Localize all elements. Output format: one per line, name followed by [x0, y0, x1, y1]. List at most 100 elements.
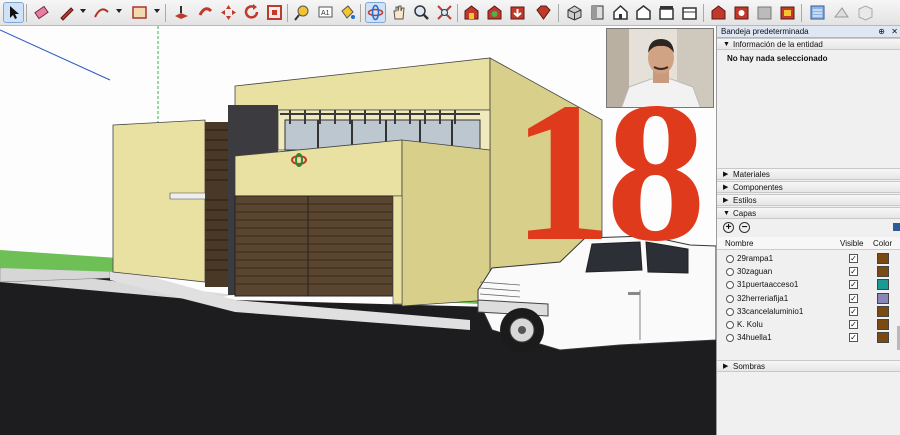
iso-view-icon[interactable] — [565, 3, 584, 22]
layer-name[interactable]: 34huella1 — [737, 331, 772, 344]
warehouse-icon[interactable] — [462, 3, 481, 22]
line-dropdown-icon[interactable] — [80, 9, 86, 13]
arc-icon[interactable] — [92, 3, 111, 22]
share-icon[interactable] — [755, 3, 774, 22]
push-pull-icon[interactable] — [172, 3, 191, 22]
top-view-icon[interactable] — [588, 3, 607, 22]
layer-color-swatch[interactable] — [877, 253, 889, 264]
zoom-icon[interactable] — [412, 3, 431, 22]
layer-details-icon[interactable] — [893, 223, 900, 231]
rectangle-icon[interactable] — [130, 3, 149, 22]
layer-visible-checkbox[interactable]: ✓ — [849, 320, 858, 329]
layer-color-swatch[interactable] — [877, 319, 889, 330]
layer-row[interactable]: 32herreriafija1 ✓ — [717, 292, 897, 305]
active-layer-radio[interactable] — [726, 334, 734, 343]
layer-name[interactable]: K. Kolu — [737, 318, 763, 331]
layer-name[interactable]: 29rampa1 — [737, 252, 773, 265]
warehouse2-icon[interactable] — [709, 3, 728, 22]
panel-entity-info-label: Información de la entidad — [733, 40, 823, 49]
layer-visible-checkbox[interactable]: ✓ — [849, 306, 858, 316]
follow-me-icon[interactable] — [196, 3, 215, 22]
move-icon[interactable] — [219, 3, 238, 22]
panel-layers[interactable]: ▼ Capas — [717, 207, 900, 219]
close-icon[interactable]: ✕ — [891, 26, 898, 38]
layer-name[interactable]: 30zaguan — [737, 265, 772, 278]
extension-icon[interactable] — [778, 3, 797, 22]
layer-row[interactable]: 29rampa1 ✓ — [717, 252, 897, 265]
eraser-icon[interactable] — [32, 3, 51, 22]
rotate-icon[interactable] — [242, 3, 261, 22]
panel-styles[interactable]: ▶ Estilos — [717, 194, 900, 206]
panel-shadows[interactable]: ▶ Sombras — [717, 360, 900, 372]
layer-row[interactable]: 34huella1 ✓ — [717, 331, 897, 344]
layer-name[interactable]: 32herreriafija1 — [737, 292, 788, 305]
tray-title-text: Bandeja predeterminada — [721, 27, 809, 36]
styles-icon[interactable] — [856, 3, 875, 22]
select-tool-icon[interactable] — [3, 2, 24, 23]
main-toolbar: A1 — [0, 0, 900, 26]
paint-bucket-icon[interactable] — [338, 3, 357, 22]
text-icon[interactable]: A1 — [316, 3, 335, 22]
layer-visible-checkbox[interactable]: ✓ — [849, 293, 858, 303]
layer-visible-checkbox[interactable]: ✓ — [849, 267, 858, 277]
panel-shadows-label: Sombras — [733, 362, 766, 371]
pan-icon[interactable] — [389, 3, 408, 22]
col-name-header[interactable]: Nombre — [725, 239, 753, 248]
panel-layers-label: Capas — [733, 209, 757, 218]
layer-color-swatch[interactable] — [877, 279, 889, 291]
pencil-icon[interactable] — [57, 3, 76, 22]
toolbar-separator — [457, 4, 458, 22]
offset-icon[interactable] — [265, 3, 284, 22]
active-layer-radio[interactable] — [726, 281, 734, 290]
panel-entity-info[interactable]: ▼ Información de la entidad — [717, 38, 900, 50]
right-view-icon[interactable] — [634, 3, 653, 22]
toolbar-separator — [703, 4, 704, 22]
layer-name[interactable]: 31puertaacceso1 — [737, 278, 798, 291]
rectangle-dropdown-icon[interactable] — [154, 9, 160, 13]
layer-row[interactable]: 33cancelaluminio1 ✓ — [717, 305, 897, 318]
layer-row[interactable]: 30zaguan ✓ — [717, 265, 897, 278]
layer-visible-checkbox[interactable]: ✓ — [849, 254, 858, 263]
layer-color-swatch[interactable] — [877, 266, 889, 278]
layer-color-swatch[interactable] — [877, 332, 889, 344]
collapsed-triangle-icon: ▶ — [723, 171, 729, 178]
active-layer-radio[interactable] — [726, 294, 734, 303]
layer-visible-checkbox[interactable]: ✓ — [849, 333, 858, 343]
back-view-icon[interactable] — [657, 3, 676, 22]
tray-title: Bandeja predeterminada ⊕ ✕ — [717, 26, 900, 38]
layer-color-swatch[interactable] — [877, 292, 889, 304]
layer-row[interactable]: K. Kolu ✓ — [717, 318, 897, 331]
col-visible-header[interactable]: Visible — [840, 239, 863, 248]
active-layer-radio[interactable] — [726, 268, 734, 277]
col-color-header[interactable]: Color — [873, 239, 892, 248]
layer-row[interactable]: 31puertaacceso1 ✓ — [717, 278, 897, 291]
active-layer-radio[interactable] — [726, 307, 734, 316]
pin-icon[interactable]: ⊕ — [878, 26, 885, 38]
zoom-extents-icon[interactable] — [435, 3, 454, 22]
upper-volume-front — [234, 57, 491, 111]
layer-color-swatch[interactable] — [877, 305, 889, 317]
collapsed-triangle-icon: ▶ — [723, 197, 729, 204]
layer-name[interactable]: 33cancelaluminio1 — [737, 305, 803, 318]
panel-materials[interactable]: ▶ Materiales — [717, 168, 900, 180]
orbit-icon[interactable] — [365, 2, 386, 23]
shadows-icon[interactable] — [832, 3, 851, 22]
layer-visible-checkbox[interactable]: ✓ — [849, 280, 858, 290]
arc-dropdown-icon[interactable] — [116, 9, 122, 13]
components-icon[interactable] — [732, 3, 751, 22]
add-layer-button[interactable]: + — [723, 222, 734, 233]
ruby-icon[interactable] — [534, 3, 553, 22]
panel-components[interactable]: ▶ Componentes — [717, 181, 900, 193]
remove-layer-button[interactable]: − — [739, 222, 750, 233]
layers-icon[interactable] — [808, 3, 827, 22]
tape-measure-icon[interactable] — [293, 3, 312, 22]
panel-styles-label: Estilos — [733, 196, 757, 205]
left-view-icon[interactable] — [680, 3, 699, 22]
active-layer-radio[interactable] — [726, 321, 734, 329]
get-models-icon[interactable] — [508, 3, 527, 22]
active-layer-radio[interactable] — [726, 255, 734, 263]
share-model-icon[interactable] — [485, 3, 504, 22]
garage-side — [401, 139, 491, 307]
garage-door — [234, 195, 394, 297]
front-view-icon[interactable] — [611, 3, 630, 22]
